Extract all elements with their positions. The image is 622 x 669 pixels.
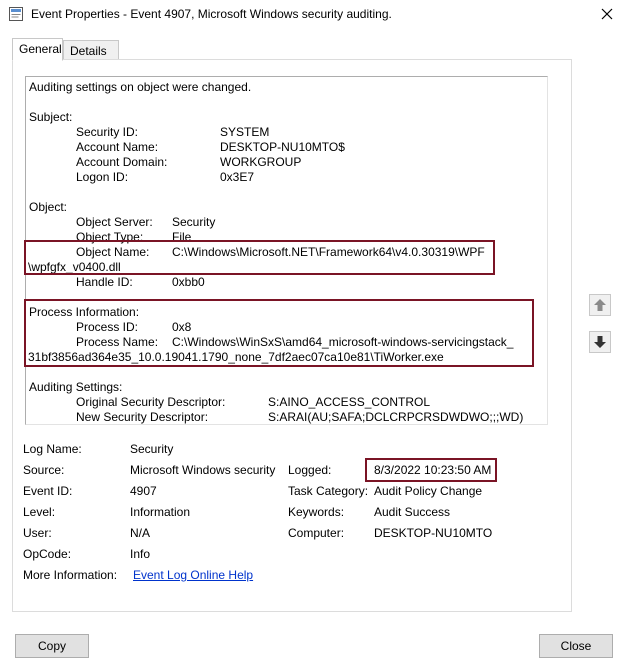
computer-value: DESKTOP-NU10MTO bbox=[374, 526, 493, 540]
subject-security-id-label: Security ID: bbox=[76, 125, 139, 139]
title-bar: Event Properties - Event 4907, Microsoft… bbox=[0, 0, 622, 30]
user-value: N/A bbox=[130, 526, 151, 540]
arrow-down-icon bbox=[594, 336, 606, 348]
subject-security-id-value: SYSTEM bbox=[220, 125, 270, 139]
section-subject: Subject: bbox=[29, 110, 73, 124]
opcode-label: OpCode: bbox=[23, 547, 72, 561]
section-auditing-settings: Auditing Settings: bbox=[29, 380, 123, 394]
log-name-label: Log Name: bbox=[23, 442, 82, 456]
tab-details[interactable]: Details bbox=[63, 40, 119, 60]
event-log-online-help-link[interactable]: Event Log Online Help bbox=[133, 568, 253, 583]
close-button[interactable]: Close bbox=[539, 634, 613, 658]
object-server-value: Security bbox=[172, 215, 216, 229]
log-name-value: Security bbox=[130, 442, 174, 456]
more-information-label: More Information: bbox=[23, 568, 118, 582]
source-value: Microsoft Windows security bbox=[130, 463, 276, 477]
event-id-value: 4907 bbox=[130, 484, 157, 498]
section-object: Object: bbox=[29, 200, 68, 214]
copy-button[interactable]: Copy bbox=[15, 634, 89, 658]
close-window-button[interactable] bbox=[592, 0, 622, 28]
original-descriptor-label: Original Security Descriptor: bbox=[76, 395, 226, 409]
user-label: User: bbox=[23, 526, 52, 540]
computer-label: Computer: bbox=[288, 526, 345, 540]
description-summary: Auditing settings on object were changed… bbox=[29, 80, 252, 94]
logged-label: Logged: bbox=[288, 463, 332, 477]
task-category-label: Task Category: bbox=[288, 484, 369, 498]
keywords-label: Keywords: bbox=[288, 505, 345, 519]
subject-logon-id-value: 0x3E7 bbox=[220, 170, 255, 184]
task-category-value: Audit Policy Change bbox=[374, 484, 483, 498]
event-id-label: Event ID: bbox=[23, 484, 73, 498]
object-server-label: Object Server: bbox=[76, 215, 153, 229]
new-descriptor-label: New Security Descriptor: bbox=[76, 410, 209, 424]
subject-account-domain-label: Account Domain: bbox=[76, 155, 168, 169]
highlight-process-information bbox=[24, 299, 534, 367]
opcode-value: Info bbox=[130, 547, 151, 561]
window-title: Event Properties - Event 4907, Microsoft… bbox=[31, 7, 392, 21]
level-label: Level: bbox=[23, 505, 56, 519]
highlight-object-name bbox=[24, 240, 495, 275]
keywords-value: Audit Success bbox=[374, 505, 451, 519]
original-descriptor-value: S:AINO_ACCESS_CONTROL bbox=[268, 395, 431, 409]
source-label: Source: bbox=[23, 463, 65, 477]
subject-account-domain-value: WORKGROUP bbox=[220, 155, 302, 169]
subject-account-name-value: DESKTOP-NU10MTO$ bbox=[220, 140, 345, 154]
close-icon bbox=[601, 8, 613, 20]
handle-id-value: 0xbb0 bbox=[172, 275, 205, 289]
subject-account-name-label: Account Name: bbox=[76, 140, 159, 154]
arrow-up-icon bbox=[594, 299, 606, 311]
event-properties-icon bbox=[8, 6, 24, 22]
subject-logon-id-label: Logon ID: bbox=[76, 170, 129, 184]
level-value: Information bbox=[130, 505, 191, 519]
previous-event-button[interactable] bbox=[589, 294, 611, 316]
next-event-button[interactable] bbox=[589, 331, 611, 353]
logged-value: 8/3/2022 10:23:50 AM bbox=[374, 463, 492, 477]
new-descriptor-value: S:ARAI(AU;SAFA;DCLCRPCRSDWDWO;;;WD) bbox=[268, 410, 524, 424]
tab-general[interactable]: General bbox=[12, 38, 63, 61]
handle-id-label: Handle ID: bbox=[76, 275, 133, 289]
